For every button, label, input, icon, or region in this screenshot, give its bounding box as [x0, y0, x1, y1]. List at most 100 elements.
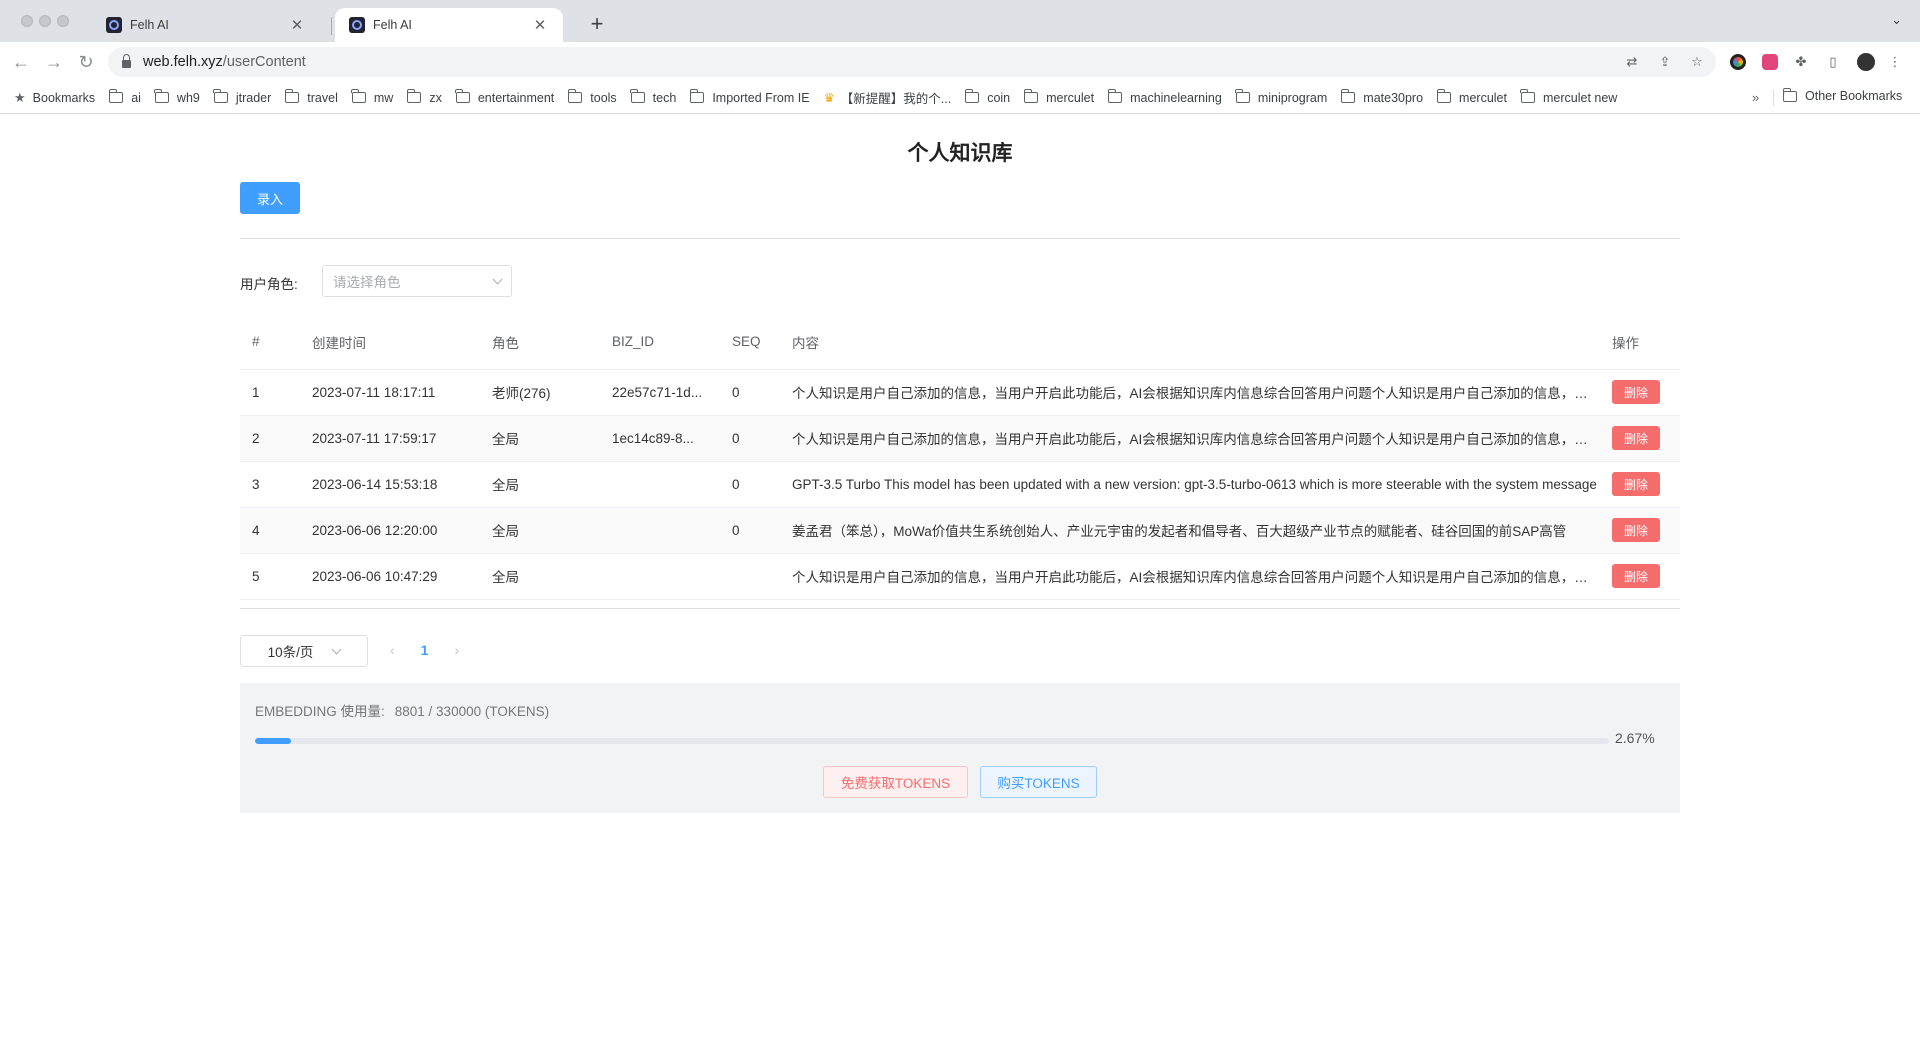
window-close-control[interactable] [21, 15, 33, 27]
bookmark-folder[interactable]: jtrader [213, 89, 271, 105]
bookmark-folder[interactable]: tech [630, 89, 676, 105]
color-extension-icon[interactable] [1730, 54, 1746, 70]
browser-tab-1[interactable]: Felh AI ✕ [92, 8, 320, 42]
bookmark-folder[interactable]: machinelearning [1107, 89, 1222, 105]
cell-content: 姜孟君（笨总），MoWa价值共生系统创始人、产业元宇宙的发起者和倡导者、百大超级… [780, 507, 1600, 554]
usage-summary: EMBEDDING 使用量: 8801 / 330000 (TOKENS) [255, 700, 549, 720]
page-content: 个人知识库 录入 用户角色: 请选择角色 # 创建时间 角色 BIZ_ID SE… [0, 115, 1920, 1055]
get-free-tokens-button[interactable]: 免费获取TOKENS [823, 766, 968, 798]
cell-actions: 删除 [1600, 553, 1680, 600]
cell-seq: 0 [720, 369, 780, 416]
bookmark-folder-label: mw [373, 90, 394, 105]
new-tab-button[interactable]: + [583, 11, 611, 39]
usage-progress-bar [255, 738, 1609, 744]
cell-role: 全局 [480, 461, 600, 508]
cell-biz-id [600, 553, 720, 600]
folder-icon [1436, 89, 1452, 103]
extensions-puzzle-icon[interactable]: ✤ [1792, 53, 1810, 71]
reload-icon[interactable]: ↻ [74, 50, 98, 74]
window-minimize-control[interactable] [39, 15, 51, 27]
tab-search-chevron-icon[interactable]: ⌄ [1891, 12, 1902, 28]
url-path: /userContent [222, 54, 306, 70]
back-arrow-icon[interactable]: ← [9, 50, 33, 74]
bookmark-folder[interactable]: merculet new [1520, 89, 1617, 105]
bookmark-folder-label: ai [131, 90, 141, 105]
pagination: ‹ 1 › [390, 642, 459, 658]
bookmark-folder[interactable]: merculet [1023, 89, 1094, 105]
profile-avatar[interactable] [1857, 53, 1875, 71]
column-header-content: 内容 [780, 315, 1600, 370]
folder-icon [1023, 89, 1039, 103]
bookmark-folder-label: entertainment [477, 90, 555, 105]
star-icon: ★ [14, 89, 26, 105]
cell-actions: 删除 [1600, 507, 1680, 554]
cell-seq [720, 553, 780, 600]
delete-button[interactable]: 删除 [1612, 518, 1660, 542]
bookmarks-manager[interactable]: ★ Bookmarks [14, 90, 95, 106]
tab-title: Felh AI [130, 18, 169, 32]
buy-tokens-button[interactable]: 购买TOKENS [980, 766, 1097, 798]
bookmark-folder[interactable]: coin [964, 89, 1010, 105]
cell-seq: 0 [720, 507, 780, 554]
add-entry-button[interactable]: 录入 [240, 182, 300, 214]
share-icon[interactable]: ⇪ [1656, 53, 1674, 71]
bookmarks-overflow-icon[interactable]: » [1752, 90, 1759, 105]
folder-icon [1782, 87, 1797, 102]
page-size-select[interactable]: 10条/页 [240, 635, 368, 667]
bookmark-folder[interactable]: merculet [1436, 89, 1507, 105]
forward-arrow-icon[interactable]: → [42, 50, 66, 74]
more-menu-icon[interactable]: ⋮ [1886, 53, 1904, 71]
cell-created: 2023-06-06 12:20:00 [300, 507, 480, 554]
delete-button[interactable]: 删除 [1612, 564, 1660, 588]
bookmark-folder[interactable]: tools [567, 89, 617, 105]
page-number-current[interactable]: 1 [421, 642, 429, 658]
bookmark-folder[interactable]: mate30pro [1340, 89, 1423, 105]
table-header-row: # 创建时间 角色 BIZ_ID SEQ 内容 操作 [240, 315, 1680, 370]
table-row: 4 2023-06-06 12:20:00 全局 0 姜孟君（笨总），MoWa价… [240, 507, 1680, 554]
folder-icon [154, 89, 169, 103]
address-bar[interactable]: web.felh.xyz/userContent [108, 47, 1716, 77]
bookmark-folder[interactable]: zx [406, 89, 442, 105]
felh-favicon-icon [106, 17, 122, 33]
tab-close-icon[interactable]: ✕ [288, 16, 306, 34]
cell-created: 2023-06-06 10:47:29 [300, 553, 480, 600]
bookmark-link[interactable]: ♛ 【新提醒】我的个... [824, 88, 952, 107]
browser-toolbar: ← → ↻ web.felh.xyz/userContent ⇄ ⇪ ☆ ✤ ▯… [0, 42, 1920, 82]
felh-favicon-icon [349, 17, 365, 33]
bookmark-folder[interactable]: mw [351, 89, 394, 105]
delete-button[interactable]: 删除 [1612, 472, 1660, 496]
divider [240, 608, 1680, 609]
browser-tab-strip: Felh AI ✕ Felh AI ✕ + ⌄ [0, 0, 1920, 42]
folder-icon [455, 89, 470, 103]
bookmark-folder-label: wh9 [176, 90, 200, 105]
lock-icon [122, 53, 131, 68]
bookmark-folder[interactable]: miniprogram [1235, 89, 1327, 105]
bookmark-folder[interactable]: travel [284, 89, 338, 105]
cell-role: 全局 [480, 507, 600, 554]
other-bookmarks-label: Other Bookmarks [1805, 89, 1903, 103]
cell-role: 全局 [480, 415, 600, 462]
tab-close-icon[interactable]: ✕ [531, 16, 549, 34]
delete-button[interactable]: 删除 [1612, 426, 1660, 450]
cell-index: 2 [240, 415, 300, 462]
next-page-icon[interactable]: › [454, 642, 459, 658]
bookmark-folder[interactable]: entertainment [455, 89, 555, 105]
column-header-biz-id: BIZ_ID [600, 315, 720, 370]
other-bookmarks-folder[interactable]: Other Bookmarks [1782, 87, 1903, 103]
cell-seq: 0 [720, 461, 780, 508]
delete-button[interactable]: 删除 [1612, 380, 1660, 404]
side-panel-icon[interactable]: ▯ [1824, 53, 1842, 71]
table-row: 3 2023-06-14 15:53:18 全局 0 GPT-3.5 Turbo… [240, 461, 1680, 508]
bookmark-folder[interactable]: ai [108, 89, 141, 105]
translate-extension-icon[interactable] [1762, 54, 1778, 70]
bookmark-folder[interactable]: Imported From IE [689, 89, 810, 105]
translate-icon[interactable]: ⇄ [1623, 53, 1641, 71]
cell-index: 4 [240, 507, 300, 554]
browser-tab-2-active[interactable]: Felh AI ✕ [335, 8, 563, 42]
role-filter-select[interactable]: 请选择角色 [322, 265, 512, 297]
bookmark-star-icon[interactable]: ☆ [1688, 53, 1706, 71]
cell-biz-id: 1ec14c89-8... [600, 415, 720, 462]
prev-page-icon[interactable]: ‹ [390, 642, 395, 658]
bookmark-folder[interactable]: wh9 [154, 89, 200, 105]
window-zoom-control[interactable] [57, 15, 69, 27]
